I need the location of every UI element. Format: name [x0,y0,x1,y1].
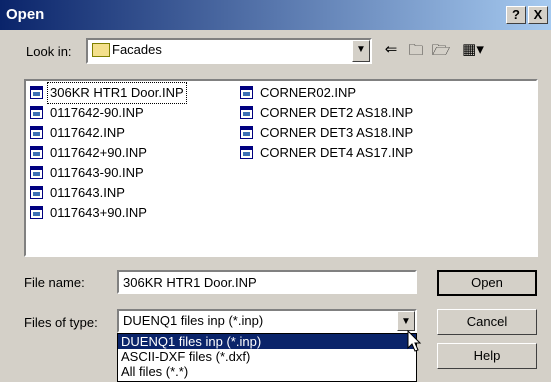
file-list[interactable]: 306KR HTR1 Door.INP 0117642-90.INP 01176… [24,79,538,257]
file-icon [30,126,43,139]
file-item[interactable]: CORNER DET2 AS18.INP [238,103,415,123]
file-type-label: Files of type: [24,315,98,330]
file-item[interactable]: CORNER DET4 AS17.INP [238,143,415,163]
help-title-button[interactable]: ? [506,6,526,24]
file-icon [30,166,43,179]
file-type-option[interactable]: All files (*.*) [118,364,416,379]
views-menu-icon[interactable]: ▦▾ [458,40,488,60]
mouse-cursor-icon [407,330,422,352]
file-name-value: 306KR HTR1 Door.INP [123,275,257,290]
open-dialog: Open ? X Look in: Facades ▼ ⇐ 🗀 🗁 ▦▾ 306… [0,0,551,382]
file-name-input[interactable]: 306KR HTR1 Door.INP [117,270,417,294]
file-icon [240,146,253,159]
file-item[interactable]: 0117643+90.INP [28,203,186,223]
window-title: Open [6,6,45,23]
file-item[interactable]: 0117643.INP [28,183,186,203]
open-button[interactable]: Open [437,270,537,296]
look-in-label: Look in: [26,44,72,59]
file-icon [30,146,43,159]
file-type-combo[interactable]: DUENQ1 files inp (*.inp) ▼ [117,309,417,333]
file-icon [240,86,253,99]
cancel-button[interactable]: Cancel [437,309,537,335]
file-type-value: DUENQ1 files inp (*.inp) [123,313,264,328]
file-item[interactable]: 306KR HTR1 Door.INP [28,82,187,104]
file-icon [30,86,43,99]
help-button[interactable]: Help [437,343,537,369]
back-icon[interactable]: ⇐ [380,40,402,60]
up-folder-icon[interactable]: 🗀 [405,40,427,60]
file-item[interactable]: CORNER02.INP [238,83,415,103]
file-type-option[interactable]: DUENQ1 files inp (*.inp) [118,334,416,349]
file-icon [240,126,253,139]
close-button[interactable]: X [528,6,548,24]
file-icon [30,106,43,119]
file-name-label: File name: [24,275,85,290]
file-column-2: CORNER02.INP CORNER DET2 AS18.INP CORNER… [238,83,415,163]
file-type-option[interactable]: ASCII-DXF files (*.dxf) [118,349,416,364]
file-item[interactable]: 0117642-90.INP [28,103,186,123]
title-bar: Open ? X [0,0,551,30]
new-folder-icon[interactable]: 🗁 [430,40,452,60]
file-icon [30,206,43,219]
look-in-combo[interactable]: Facades ▼ [86,38,372,64]
folder-icon [92,43,110,57]
file-item[interactable]: 0117642.INP [28,123,186,143]
file-item[interactable]: 0117642+90.INP [28,143,186,163]
file-item[interactable]: 0117643-90.INP [28,163,186,183]
file-type-dropdown-list: DUENQ1 files inp (*.inp) ASCII-DXF files… [117,333,417,382]
file-icon [30,186,43,199]
look-in-dropdown-button[interactable]: ▼ [352,40,370,62]
file-item[interactable]: CORNER DET3 AS18.INP [238,123,415,143]
file-type-dropdown-button[interactable]: ▼ [397,311,415,331]
look-in-value: Facades [112,42,162,57]
file-icon [240,106,253,119]
file-column-1: 306KR HTR1 Door.INP 0117642-90.INP 01176… [28,82,187,223]
